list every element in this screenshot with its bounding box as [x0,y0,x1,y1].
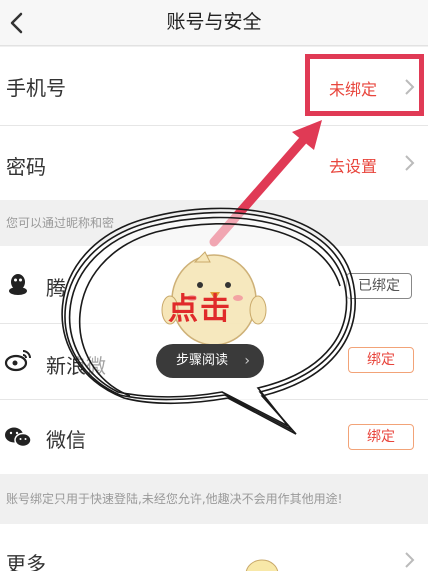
step-read-label: 步骤阅读 [176,353,229,368]
click-annotation-text: 点击 [168,292,232,327]
small-chick-icon [245,559,279,571]
step-read-button[interactable]: 步骤阅读 › [156,344,264,378]
step-read-arrow: › [244,353,250,369]
